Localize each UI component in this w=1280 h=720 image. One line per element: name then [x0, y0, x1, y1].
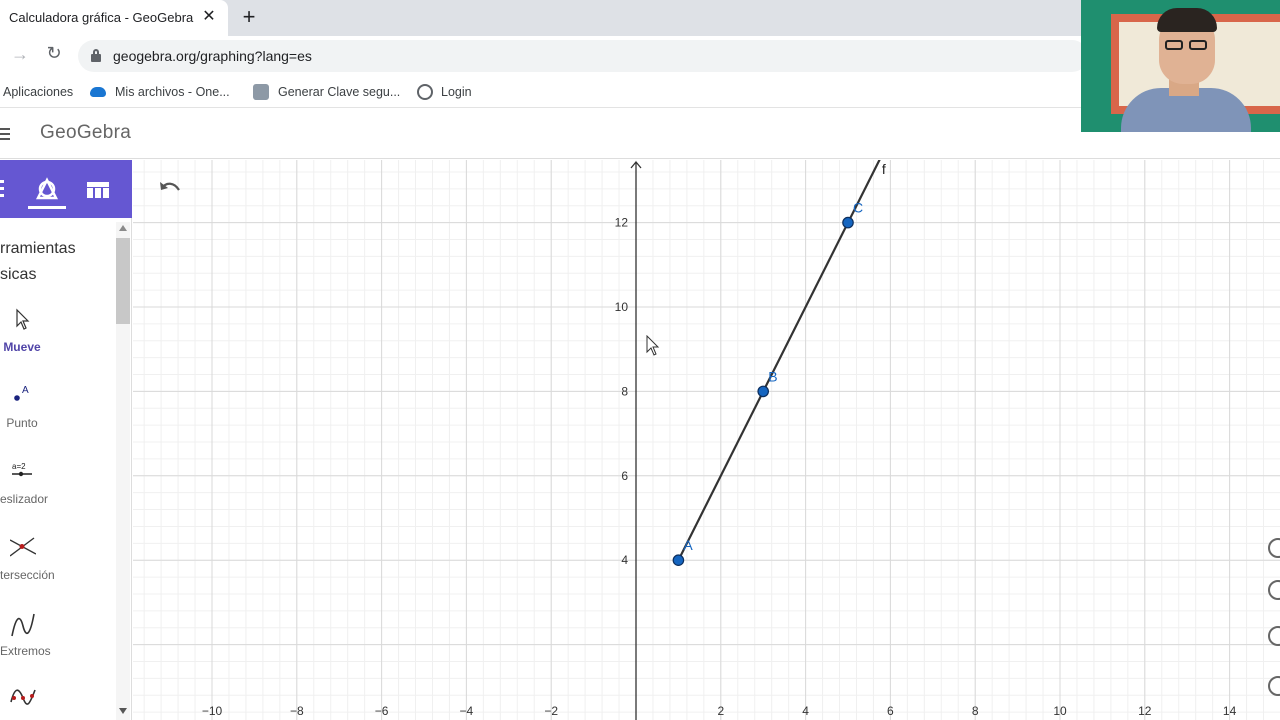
point-label-a: A: [683, 537, 693, 553]
tools-tab-icon[interactable]: [32, 174, 62, 204]
point-icon: A: [14, 385, 29, 401]
view-tabs: [0, 160, 132, 218]
algebra-tab-icon[interactable]: [0, 174, 18, 204]
url-text[interactable]: geogebra.org/graphing?lang=es: [113, 48, 312, 64]
x-tick-label: −10: [202, 704, 223, 718]
address-bar[interactable]: geogebra.org/graphing?lang=es: [78, 40, 1088, 72]
geogebra-logo: GeoGebra: [40, 122, 132, 143]
tool-label: Mueve: [3, 340, 41, 354]
x-tick-label: 6: [887, 704, 894, 718]
graph-canvas[interactable]: −10−8−6−4−22468101214468101214fABC: [133, 160, 1280, 720]
y-tick-label: 6: [621, 469, 628, 483]
tools-scrollbar[interactable]: [116, 222, 130, 720]
bookmark-clave[interactable]: Generar Clave segu...: [278, 82, 400, 102]
cursor-icon: [16, 308, 30, 330]
point-c: [842, 216, 854, 229]
undo-icon[interactable]: [158, 178, 182, 200]
cloud-icon: [90, 87, 106, 97]
bookmark-onedrive[interactable]: Mis archivos - One...: [115, 82, 230, 102]
tab-close-icon[interactable]: ✕: [200, 7, 218, 27]
x-tick-label: 4: [802, 704, 809, 718]
svg-text:A: A: [22, 385, 29, 396]
gear-icon: [253, 84, 269, 100]
x-tick-label: 12: [1138, 704, 1152, 718]
webcam-overlay: [1081, 0, 1280, 132]
x-tick-label: −6: [375, 704, 389, 718]
point-label-c: C: [853, 200, 863, 216]
new-tab-button[interactable]: +: [238, 5, 260, 29]
roots-icon: [10, 689, 36, 705]
tool-move[interactable]: Mueve: [0, 308, 115, 378]
reload-icon[interactable]: ↻: [44, 43, 64, 64]
active-tab-indicator: [28, 206, 66, 209]
line-f: [677, 160, 881, 561]
x-tick-label: 2: [717, 704, 724, 718]
y-tick-label: 10: [615, 300, 629, 314]
scroll-thumb[interactable]: [116, 238, 130, 324]
forward-icon[interactable]: →: [10, 44, 30, 65]
tool-label: tersección: [0, 568, 55, 582]
scroll-up-icon[interactable]: [119, 225, 127, 231]
tool-roots[interactable]: [0, 686, 115, 720]
line-f-label: f: [882, 161, 886, 177]
graphics-view[interactable]: −10−8−6−4−22468101214468101214fABC: [133, 160, 1280, 720]
y-tick-label: 12: [615, 216, 629, 230]
tool-label: eslizador: [0, 492, 49, 506]
bookmark-apps[interactable]: Aplicaciones: [3, 82, 73, 102]
menu-icon[interactable]: [0, 128, 10, 140]
slider-icon: a=2: [12, 462, 32, 477]
bookmark-login[interactable]: Login: [441, 82, 472, 102]
lock-icon[interactable]: [91, 49, 101, 62]
x-tick-label: −4: [460, 704, 474, 718]
point-b: [757, 385, 769, 398]
x-tick-label: −8: [290, 704, 304, 718]
point-a: [672, 554, 685, 566]
tool-label: Punto: [6, 416, 38, 430]
x-tick-label: 10: [1053, 704, 1067, 718]
browser-tab[interactable]: Calculadora gráfica - GeoGebra ✕: [0, 0, 228, 36]
y-tick-label: 4: [621, 553, 628, 567]
mouse-cursor-icon: [646, 335, 660, 356]
tool-label: Extremos: [0, 644, 51, 658]
tool-intersect[interactable]: tersección: [0, 536, 115, 606]
tab-title: Calculadora gráfica - GeoGebra: [9, 10, 194, 25]
svg-text:a=2: a=2: [12, 462, 26, 471]
point-label-b: B: [768, 368, 777, 384]
tool-extremum[interactable]: Extremos: [0, 612, 115, 682]
tool-point[interactable]: A Punto: [0, 384, 115, 454]
x-tick-label: 14: [1223, 704, 1237, 718]
tool-slider[interactable]: a=2 eslizador: [0, 460, 115, 530]
y-tick-label: 8: [621, 384, 628, 398]
scroll-down-icon[interactable]: [119, 708, 127, 714]
globe-icon: [417, 84, 433, 100]
table-tab-icon[interactable]: [85, 174, 115, 204]
tools-panel: rramientas sicas Mueve A Punto a=2 esliz…: [0, 160, 132, 720]
tools-heading: rramientas sicas: [0, 240, 76, 283]
x-tick-label: 8: [972, 704, 979, 718]
x-tick-label: −2: [544, 704, 558, 718]
intersect-icon: [10, 537, 36, 557]
extremum-icon: [11, 613, 35, 637]
